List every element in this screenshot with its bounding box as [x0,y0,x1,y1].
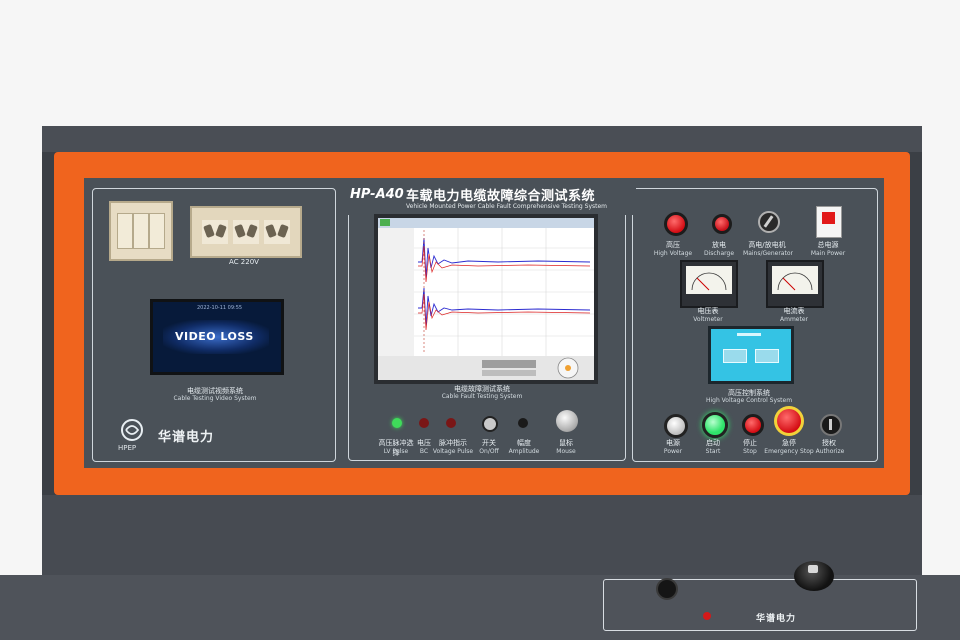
lower-knob-small[interactable] [656,578,678,600]
authorize-label-cn: 授权 [822,439,836,447]
power-button[interactable] [664,414,688,438]
bc-label-cn: 电压 [417,439,431,447]
switch-rocker-2[interactable] [133,213,149,249]
scope-display [374,214,598,384]
main-power-label-cn: 总电源 [817,241,839,249]
discharge-label-en: Discharge [703,250,735,257]
on-off-label-cn: 开关 [482,439,496,447]
emergency-stop-label-cn: 急停 [782,439,796,447]
stop-label-cn: 停止 [743,439,757,447]
title-cn: 车载电力电缆故障综合测试系统 [406,189,596,204]
key-slot-icon [763,215,774,228]
knob-indicator [808,565,818,573]
emergency-stop-button[interactable] [777,409,801,433]
bc-led [419,418,429,428]
mains-generator-label-en: Mains/Generator [743,250,793,257]
lower-indicator-led [703,612,711,620]
emergency-stop-ring [774,406,804,436]
switch-rocker-1[interactable] [117,213,133,249]
voltmeter [680,260,738,308]
socket-3 [264,220,290,244]
amplitude-knob[interactable] [518,418,528,428]
amplitude-label-en: Amplitude [508,448,540,455]
main-power-breaker[interactable] [816,206,842,238]
switch-rocker-3[interactable] [149,213,165,249]
title-en: Vehicle Mounted Power Cable Fault Compre… [406,203,608,210]
video-monitor: 2022-10-11 09:55 VIDEO LOSS [150,299,284,375]
ammeter-label-cn: 电流表 [783,307,805,315]
lower-knob-large[interactable] [794,561,834,591]
authorize-key-icon [829,419,832,430]
hmi-title-bar [737,333,761,336]
breaker-toggle[interactable] [822,212,835,224]
ac-socket-strip [190,206,302,258]
hpep-logo-icon [120,418,144,442]
mouse-label-cn: 鼠标 [559,439,573,447]
scope-waveform [378,218,594,380]
socket-1 [202,220,228,244]
stop-label-en: Stop [743,448,757,455]
amplitude-label-cn: 幅度 [517,439,531,447]
voltmeter-label-en: Voltmeter [693,316,723,323]
video-status: VIDEO LOSS [175,330,254,343]
emergency-stop-label-en: Emergency Stop [764,448,814,455]
authorize-label-en: Authorize [815,448,845,455]
on-off-label-en: On/Off [479,448,499,455]
voltage-pulse-led [446,418,456,428]
triple-switch[interactable] [109,201,173,261]
ammeter-label-en: Ammeter [780,316,808,323]
main-power-label-en: Main Power [810,250,846,257]
brand-cn: 华谱电力 [158,430,215,445]
discharge-button[interactable] [712,214,732,234]
socket-label: AC 220V [229,258,259,266]
voltmeter-face [686,266,732,294]
lv-pulse-label-en: LV Pulse [383,448,409,455]
power-label-cn: 电源 [666,439,680,447]
mouse-label-en: Mouse [556,448,576,455]
hv-control-touchscreen[interactable] [708,326,794,384]
model-name: HP-A40 [350,187,404,202]
mouse-knob[interactable] [556,410,578,432]
high-voltage-label-en: High Voltage [653,250,693,257]
mains-generator-label-cn: 高电/放电机 [748,241,786,249]
ammeter-face [772,266,818,294]
stop-button[interactable] [742,414,764,436]
start-label-en: Start [705,448,721,455]
lv-pulse-led [392,418,402,428]
start-button[interactable] [702,412,728,438]
camera-label-en: Cable Testing Video System [173,395,257,402]
ammeter [766,260,824,308]
authorize-key[interactable] [820,414,842,436]
voltmeter-label-cn: 电压表 [697,307,719,315]
on-off-button[interactable] [482,416,498,432]
panel-header: HP-A40 车载电力电缆故障综合测试系统 Vehicle Mounted Po… [346,183,636,215]
voltage-pulse-label-en: Voltage Pulse [432,448,474,455]
video-timestamp: 2022-10-11 09:55 [197,305,243,311]
socket-2 [233,220,259,244]
mains-generator-key[interactable] [758,211,780,233]
start-label-cn: 启动 [706,439,720,447]
hmi-label-en: High Voltage Control System [705,397,793,404]
brand-en: HPEP [118,444,137,452]
hmi-button-2[interactable] [755,349,779,363]
hmi-button-1[interactable] [723,349,747,363]
lower-brand-cn: 华谱电力 [756,614,797,624]
high-voltage-label-cn: 高压 [666,241,680,249]
cabinet-top-rail [42,126,922,152]
voltage-pulse-label-cn: 脉冲指示 [439,439,467,447]
power-label-en: Power [663,448,683,455]
scope-label-en: Cable Fault Testing System [441,393,523,400]
discharge-label-cn: 放电 [712,241,726,249]
high-voltage-button[interactable] [664,212,688,236]
